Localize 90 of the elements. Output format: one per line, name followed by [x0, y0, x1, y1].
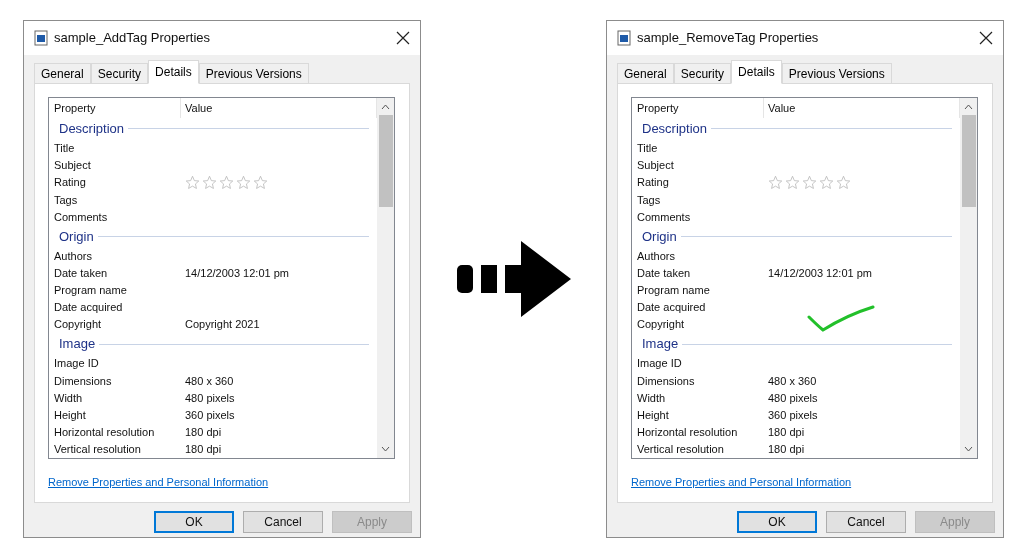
dialog-button[interactable]: OK — [154, 511, 234, 533]
window-title: sample_AddTag Properties — [54, 29, 212, 48]
property-value: 180 dpi — [768, 425, 805, 441]
dashed-arrow-icon — [456, 241, 571, 317]
tab[interactable]: Details — [148, 60, 199, 84]
rating-stars[interactable] — [768, 175, 851, 191]
group-heading: Description — [59, 120, 125, 138]
remove-properties-link[interactable]: Remove Properties and Personal Information — [48, 476, 269, 488]
tab[interactable]: General — [617, 63, 674, 83]
star-icon — [819, 175, 834, 191]
property-name: Tags — [637, 192, 662, 208]
star-icon — [236, 175, 251, 191]
property-name: Comments — [637, 209, 692, 225]
star-icon — [802, 175, 817, 191]
property-name: Image ID — [54, 356, 100, 372]
star-icon — [768, 175, 783, 191]
property-name: Date taken — [637, 265, 692, 281]
scrollbar[interactable] — [960, 98, 977, 458]
property-name: Program name — [637, 283, 711, 299]
star-icon — [253, 175, 268, 191]
star-icon — [785, 175, 800, 191]
group-heading: Image — [642, 335, 679, 354]
tab[interactable]: Previous Versions — [781, 63, 892, 83]
scrollbar-thumb[interactable] — [961, 115, 976, 207]
column-header[interactable]: Property — [54, 98, 181, 118]
tab[interactable]: General — [34, 63, 91, 83]
property-value: 180 dpi — [768, 442, 805, 458]
property-value: 180 dpi — [185, 442, 222, 458]
property-name: Height — [637, 407, 670, 423]
property-value: 360 pixels — [768, 407, 818, 423]
dialog-button[interactable]: Cancel — [826, 511, 906, 533]
star-icon — [202, 175, 217, 191]
property-value: 360 pixels — [185, 407, 235, 423]
property-name: Subject — [637, 158, 675, 174]
property-value: 14/12/2003 12:01 pm — [768, 265, 872, 281]
property-name: Copyright — [54, 317, 103, 333]
image-file-icon — [34, 30, 48, 46]
property-name: Comments — [54, 209, 109, 225]
property-name: Width — [637, 390, 667, 406]
property-value: 480 x 360 — [768, 373, 817, 389]
property-value: Copyright 2021 — [185, 317, 260, 333]
property-value: 180 dpi — [185, 425, 222, 441]
star-icon — [185, 175, 200, 191]
tab[interactable]: Previous Versions — [198, 63, 309, 83]
property-name: Dimensions — [54, 373, 113, 389]
property-name: Width — [54, 390, 84, 406]
property-name: Authors — [54, 248, 93, 264]
dialog-button[interactable]: OK — [737, 511, 817, 533]
property-name: Copyright — [637, 317, 686, 333]
property-name: Vertical resolution — [637, 442, 725, 458]
star-icon — [219, 175, 234, 191]
property-name: Vertical resolution — [54, 442, 142, 458]
property-name: Horizontal resolution — [637, 425, 739, 441]
property-name: Rating — [54, 175, 87, 191]
tab[interactable]: Security — [673, 63, 732, 83]
group-heading: Origin — [642, 227, 677, 246]
property-name: Height — [54, 407, 87, 423]
property-name: Authors — [637, 248, 676, 264]
property-value: 480 pixels — [185, 390, 235, 406]
property-name: Title — [637, 141, 659, 156]
close-icon[interactable] — [979, 31, 993, 45]
property-name: Tags — [54, 192, 79, 208]
group-heading: Image — [59, 335, 96, 354]
image-file-icon — [617, 30, 631, 46]
scrollbar-thumb[interactable] — [378, 115, 393, 207]
group-heading: Description — [642, 120, 708, 138]
property-name: Subject — [54, 158, 92, 174]
tab[interactable]: Details — [731, 60, 782, 84]
star-icon — [836, 175, 851, 191]
dialog-button[interactable]: Cancel — [243, 511, 323, 533]
property-name: Image ID — [637, 356, 683, 372]
scrollbar[interactable] — [377, 98, 394, 458]
property-value: 480 x 360 — [185, 373, 234, 389]
group-heading: Origin — [59, 227, 94, 246]
column-header[interactable]: Property — [637, 98, 764, 118]
rating-stars[interactable] — [185, 175, 268, 191]
property-name: Rating — [637, 175, 670, 191]
remove-properties-link[interactable]: Remove Properties and Personal Information — [631, 476, 852, 488]
property-name: Date acquired — [54, 300, 124, 316]
property-name: Dimensions — [637, 373, 696, 389]
window-title: sample_RemoveTag Properties — [637, 29, 820, 48]
property-name: Date taken — [54, 265, 109, 281]
tab[interactable]: Security — [90, 63, 149, 83]
property-name: Horizontal resolution — [54, 425, 156, 441]
close-icon[interactable] — [396, 31, 410, 45]
property-name: Title — [54, 141, 76, 156]
property-name: Date acquired — [637, 300, 707, 316]
property-value: 480 pixels — [768, 390, 818, 406]
property-value: 14/12/2003 12:01 pm — [185, 265, 289, 281]
property-name: Program name — [54, 283, 128, 299]
